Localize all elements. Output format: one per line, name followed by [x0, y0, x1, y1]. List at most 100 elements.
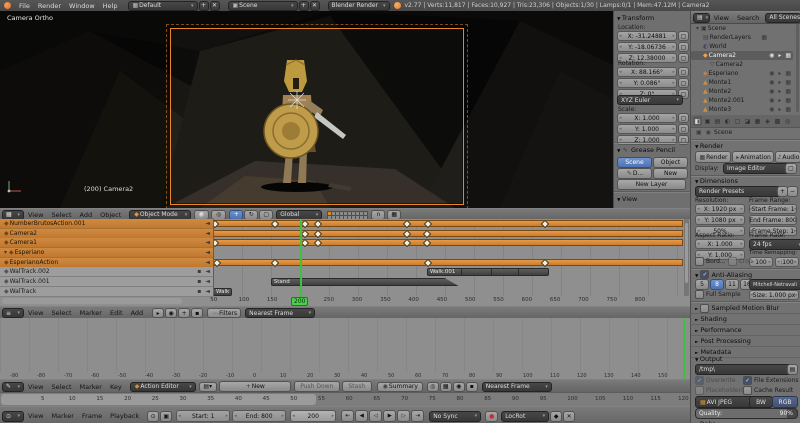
- current-frame-field[interactable]: 200: [290, 410, 337, 422]
- panel-header-performance[interactable]: Performance: [691, 325, 800, 336]
- push-down-button[interactable]: Push Down: [293, 381, 340, 392]
- rgb-button[interactable]: RGB: [772, 396, 798, 408]
- eye-icon[interactable]: ◉: [768, 70, 775, 77]
- nla-strip-stand[interactable]: Stand: [271, 278, 459, 286]
- add-layout-button[interactable]: +: [198, 0, 209, 11]
- menu-file[interactable]: File: [15, 2, 34, 10]
- frame-range-field[interactable]: Start Frame: 1: [749, 204, 797, 214]
- nla-strip-walk[interactable]: Walk: [213, 288, 232, 296]
- menu-search[interactable]: Search: [733, 14, 763, 22]
- panel-header-post-processing[interactable]: Post Processing: [691, 336, 800, 347]
- output-panel-header[interactable]: Output: [695, 355, 723, 363]
- outliner-row-monte2.001[interactable]: ▲ Monte2.001 ◉ ▸ ▦: [691, 96, 793, 105]
- end-frame-field[interactable]: End: 800: [232, 410, 287, 422]
- playhead[interactable]: [683, 318, 685, 379]
- outliner-scrollbar[interactable]: [796, 24, 799, 112]
- menu-help[interactable]: Help: [99, 2, 122, 10]
- lock-toggle[interactable]: ▢: [678, 31, 689, 41]
- gp-new-layer-button[interactable]: New Layer: [617, 179, 686, 190]
- menu-select[interactable]: Select: [47, 309, 75, 317]
- nla-channel-scrollbar[interactable]: [2, 298, 182, 304]
- view-panel-header[interactable]: View: [617, 195, 637, 203]
- menu-marker[interactable]: Marker: [76, 309, 106, 317]
- manipulator-button[interactable]: ▢: [259, 209, 274, 220]
- outliner-row-monte2[interactable]: ▲ Monte2 ◉ ▸ ▦: [691, 87, 793, 96]
- aa-filter-selector[interactable]: Mitchell-Netravali: [749, 279, 800, 290]
- lock-toggle[interactable]: ▢: [678, 135, 689, 145]
- folder-browse-button[interactable]: ▤: [787, 364, 798, 375]
- menu-marker[interactable]: Marker: [76, 383, 106, 391]
- render-audio-button[interactable]: ♪ Audio: [775, 151, 800, 163]
- lock-toggle[interactable]: ▢: [678, 78, 689, 88]
- menu-select[interactable]: Select: [47, 211, 75, 219]
- speaker-icon[interactable]: ◄: [204, 268, 211, 275]
- outliner-row-camera2[interactable]: ▽ Camera2: [691, 60, 793, 69]
- properties-tab-0[interactable]: ◧: [693, 116, 702, 126]
- output-path-field[interactable]: /tmp\: [695, 364, 793, 375]
- keying-icon-button[interactable]: ▣: [160, 410, 173, 422]
- menu-view[interactable]: View: [24, 412, 47, 420]
- nla-action-strip[interactable]: [213, 230, 683, 237]
- sync-mode-selector[interactable]: No Sync: [429, 410, 482, 422]
- previous-keyframe-button[interactable]: ◀: [355, 410, 369, 422]
- eye-icon[interactable]: ◉: [768, 52, 775, 59]
- panel-header-shading[interactable]: Shading: [691, 314, 800, 325]
- eye-icon[interactable]: ◉: [768, 97, 775, 104]
- snap-magnet-button[interactable]: ∩: [371, 209, 386, 220]
- filter-icon-button[interactable]: ▦: [439, 381, 452, 392]
- gp-source-scene-button[interactable]: Scene: [617, 157, 652, 168]
- outliner-row-renderlayers[interactable]: ▤ RenderLayers ▦: [691, 33, 793, 42]
- speaker-icon[interactable]: ◄: [204, 288, 211, 295]
- summary-toggle[interactable]: ◉ Summary: [376, 381, 423, 392]
- insert-keyframe-button[interactable]: ◆: [550, 410, 563, 422]
- lock-icon[interactable]: ▪: [196, 288, 202, 295]
- play-button[interactable]: ▶: [383, 410, 397, 422]
- motion-blur-checkbox[interactable]: [700, 303, 710, 313]
- editor-type-button[interactable]: ▤: [693, 12, 710, 23]
- timeline-ruler[interactable]: 5 10 15 20 25 30 35 40 45 50 55 60 65 70 75 80 85 90 95 100…: [0, 393, 690, 406]
- viewport-3d[interactable]: Camera Ortho (200) Camera2: [0, 11, 690, 208]
- next-keyframe-button[interactable]: ▷: [397, 410, 411, 422]
- toggle-icon-button[interactable]: ▪: [191, 308, 204, 318]
- properties-tab-4[interactable]: ▢: [733, 116, 742, 126]
- jump-to-start-button[interactable]: ⇤: [341, 410, 355, 422]
- restrict-select-icon[interactable]: ▸: [777, 79, 782, 86]
- toggle-icon-button[interactable]: ▸: [152, 308, 165, 318]
- display-lock-button[interactable]: ▢: [785, 163, 797, 174]
- dimensions-panel-header[interactable]: Dimensions: [695, 177, 738, 185]
- filter-icon-button[interactable]: ◉: [452, 381, 465, 392]
- fps-selector[interactable]: 24 fps: [749, 239, 800, 250]
- properties-tab-1[interactable]: ▣: [703, 116, 712, 126]
- editor-type-button[interactable]: ▦: [2, 209, 24, 220]
- speaker-icon[interactable]: ◄: [204, 239, 211, 246]
- delete-layout-button[interactable]: ✕: [209, 0, 220, 11]
- properties-tab-5[interactable]: ◪: [743, 116, 752, 126]
- render-panel-header[interactable]: Render: [695, 142, 723, 150]
- properties-tab-2[interactable]: ▤: [713, 116, 722, 126]
- lock-icon[interactable]: ▪: [196, 268, 202, 275]
- editor-type-button[interactable]: ✎: [2, 381, 24, 392]
- properties-tab-9[interactable]: ◎: [783, 116, 792, 126]
- manipulator-button[interactable]: +: [229, 209, 244, 220]
- menu-add[interactable]: Add: [76, 211, 97, 219]
- add-scene-button[interactable]: +: [298, 0, 309, 11]
- antialiasing-panel-header[interactable]: [695, 271, 698, 279]
- restrict-select-icon[interactable]: ▸: [777, 70, 782, 77]
- menu-add[interactable]: Add: [127, 309, 148, 317]
- border-checkbox[interactable]: [695, 257, 704, 266]
- render-engine-selector[interactable]: Blender Render: [327, 0, 390, 11]
- lock-toggle[interactable]: ▢: [678, 53, 689, 63]
- menu-select[interactable]: Select: [47, 383, 75, 391]
- toggle-icon-button[interactable]: +: [178, 308, 191, 318]
- lock-icon[interactable]: ▪: [196, 278, 202, 285]
- manipulator-button[interactable]: ↻: [244, 209, 259, 220]
- menu-object[interactable]: Object: [96, 211, 125, 219]
- auto-keyframe-record-button[interactable]: ●: [485, 410, 499, 422]
- menu-window[interactable]: Window: [65, 2, 99, 10]
- start-frame-field[interactable]: Start: 1: [176, 410, 231, 422]
- keying-set-field[interactable]: LocRot: [501, 410, 550, 422]
- full-sample-checkbox[interactable]: [695, 290, 704, 299]
- auto-snap-selector[interactable]: Nearest Frame: [481, 381, 552, 392]
- layer-buttons[interactable]: [327, 210, 369, 220]
- nla-channel-esperiano[interactable]: ▾ ◆ Esperiano ◄: [0, 248, 213, 258]
